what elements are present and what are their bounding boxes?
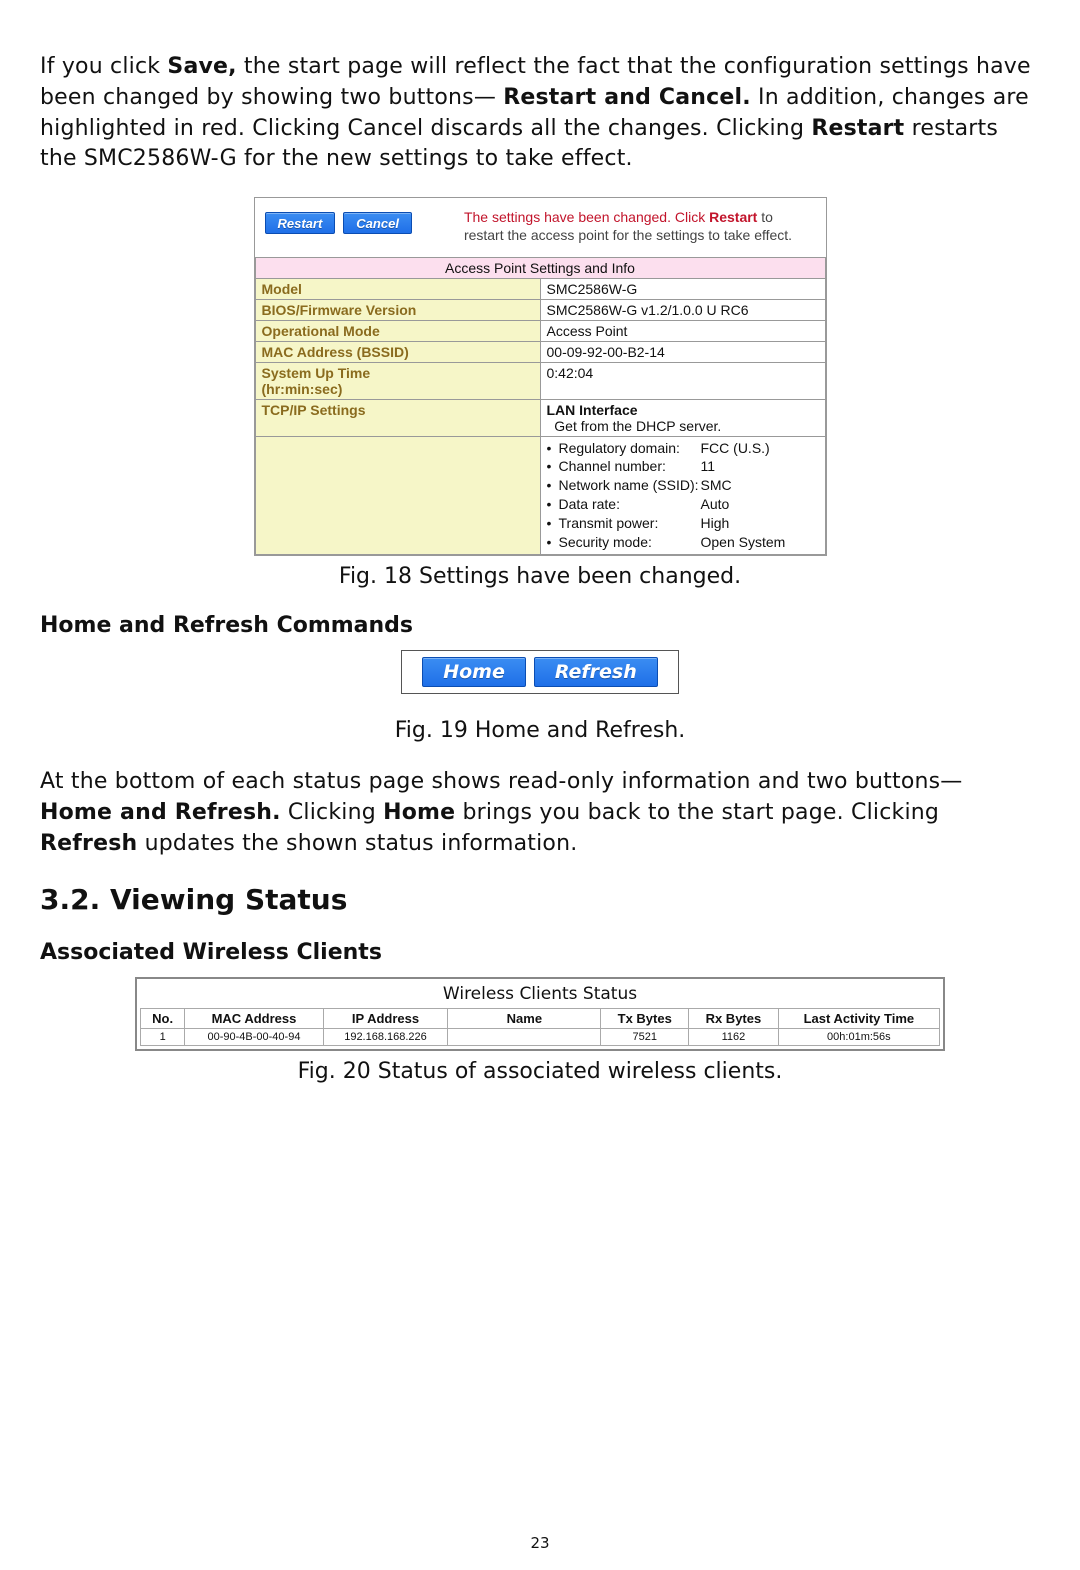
intro-restart-word: Restart — [811, 116, 904, 141]
label-uptime-line2: (hr:min:sec) — [262, 381, 343, 397]
fig18-caption: Fig. 18 Settings have been changed. — [40, 564, 1040, 589]
hr-home-refresh-words: Home and Refresh. — [40, 800, 281, 825]
settings-table: Access Point Settings and Info Model SMC… — [255, 257, 826, 555]
value-tcpip: LAN Interface Get from the DHCP server. — [540, 399, 825, 436]
cell-no: 1 — [141, 1029, 185, 1046]
wlan-tx-label: Transmit power: — [559, 514, 701, 533]
col-last: Last Activity Time — [778, 1009, 939, 1029]
label-wlan — [255, 436, 540, 554]
col-mac: MAC Address — [185, 1009, 323, 1029]
fig20-caption: Fig. 20 Status of associated wireless cl… — [40, 1059, 1040, 1084]
notice-restart-word: Restart — [709, 209, 757, 225]
wlan-rate-label: Data rate: — [559, 495, 701, 514]
wlan-ch-value: 11 — [701, 457, 819, 476]
settings-table-title: Access Point Settings and Info — [255, 257, 825, 278]
intro-save-word: Save, — [167, 54, 236, 79]
wlan-sec-label: Security mode: — [559, 533, 701, 552]
hr-text: Clicking — [288, 800, 383, 825]
wlan-ch-label: Channel number: — [559, 457, 701, 476]
home-refresh-heading: Home and Refresh Commands — [40, 613, 1040, 638]
intro-restart-cancel: Restart and Cancel. — [503, 85, 751, 110]
fig19-caption: Fig. 19 Home and Refresh. — [40, 718, 1040, 743]
col-name: Name — [448, 1009, 601, 1029]
clients-table-title: Wireless Clients Status — [140, 982, 940, 1008]
hr-text: At the bottom of each status page shows … — [40, 769, 963, 794]
section-3-2-sub: Associated Wireless Clients — [40, 940, 1040, 965]
clients-table: No. MAC Address IP Address Name Tx Bytes… — [140, 1008, 940, 1046]
fig20-clients-panel: Wireless Clients Status No. MAC Address … — [135, 977, 945, 1051]
label-opmode: Operational Mode — [255, 320, 540, 341]
intro-paragraph: If you click Save, the start page will r… — [40, 52, 1040, 175]
label-uptime-line1: System Up Time — [262, 365, 371, 381]
table-header-row: No. MAC Address IP Address Name Tx Bytes… — [141, 1009, 940, 1029]
cell-tx: 7521 — [601, 1029, 689, 1046]
label-bios: BIOS/Firmware Version — [255, 299, 540, 320]
cancel-button[interactable]: Cancel — [343, 212, 412, 234]
hr-home-word: Home — [383, 800, 455, 825]
wlan-reg-label: Regulatory domain: — [559, 439, 701, 458]
cell-name — [448, 1029, 601, 1046]
tcpip-lan-interface: LAN Interface — [547, 402, 638, 418]
value-bios: SMC2586W-G v1.2/1.0.0 U RC6 — [540, 299, 825, 320]
value-wlan: Regulatory domain:FCC (U.S.) Channel num… — [540, 436, 825, 554]
label-model: Model — [255, 278, 540, 299]
col-ip: IP Address — [323, 1009, 448, 1029]
settings-changed-notice: The settings have been changed. Click Re… — [464, 208, 816, 244]
col-tx: Tx Bytes — [601, 1009, 689, 1029]
cell-rx: 1162 — [689, 1029, 779, 1046]
refresh-button[interactable]: Refresh — [534, 657, 658, 687]
label-mac: MAC Address (BSSID) — [255, 341, 540, 362]
wlan-reg-value: FCC (U.S.) — [701, 439, 819, 458]
fig19-button-bar: Home Refresh — [401, 650, 679, 694]
wlan-tx-value: High — [701, 514, 819, 533]
cell-ip: 192.168.168.226 — [323, 1029, 448, 1046]
home-button[interactable]: Home — [422, 657, 526, 687]
home-refresh-paragraph: At the bottom of each status page shows … — [40, 767, 1040, 859]
restart-button[interactable]: Restart — [265, 212, 336, 234]
hr-text: brings you back to the start page. Click… — [463, 800, 940, 825]
value-model: SMC2586W-G — [540, 278, 825, 299]
hr-refresh-word: Refresh — [40, 831, 137, 856]
label-tcpip: TCP/IP Settings — [255, 399, 540, 436]
notice-text: The settings have been changed. Click — [464, 209, 709, 225]
intro-text: If you click — [40, 54, 167, 79]
wlan-ssid-label: Network name (SSID): — [559, 476, 701, 495]
value-mac: 00-09-92-00-B2-14 — [540, 341, 825, 362]
wlan-sec-value: Open System — [701, 533, 819, 552]
cell-last: 00h:01m:56s — [778, 1029, 939, 1046]
value-opmode: Access Point — [540, 320, 825, 341]
tcpip-dhcp-note: Get from the DHCP server. — [554, 418, 721, 434]
value-uptime: 0:42:04 — [540, 362, 825, 399]
wlan-rate-value: Auto — [701, 495, 819, 514]
table-row: 1 00-90-4B-00-40-94 192.168.168.226 7521… — [141, 1029, 940, 1046]
col-rx: Rx Bytes — [689, 1009, 779, 1029]
wlan-ssid-value: SMC — [701, 476, 819, 495]
col-no: No. — [141, 1009, 185, 1029]
fig18-settings-panel: Restart Cancel The settings have been ch… — [254, 197, 827, 556]
label-uptime: System Up Time (hr:min:sec) — [255, 362, 540, 399]
hr-text: updates the shown status information. — [145, 831, 578, 856]
page-number: 23 — [0, 1534, 1080, 1552]
cell-mac: 00-90-4B-00-40-94 — [185, 1029, 323, 1046]
section-3-2-title: 3.2. Viewing Status — [40, 883, 1040, 916]
